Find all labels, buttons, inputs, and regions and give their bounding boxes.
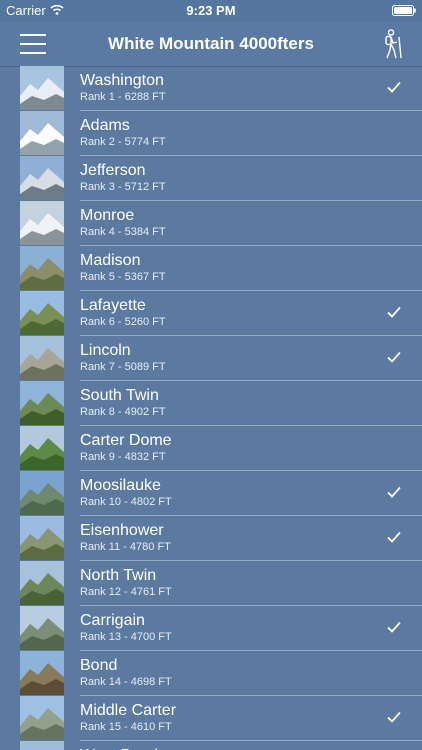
list-item[interactable]: Jefferson Rank 3 - 5712 FT <box>20 156 422 201</box>
peak-rank: Rank 6 - 5260 FT <box>80 316 166 328</box>
status-bar: Carrier 9:23 PM <box>0 0 422 22</box>
checkmark-icon <box>387 306 401 318</box>
peak-thumbnail <box>20 471 64 515</box>
battery-icon <box>392 5 416 16</box>
peak-rank: Rank 2 - 5774 FT <box>80 136 166 148</box>
peak-name: Bond <box>80 657 118 674</box>
status-time: 9:23 PM <box>186 3 236 18</box>
list-item[interactable]: Middle Carter Rank 15 - 4610 FT <box>20 696 422 741</box>
peak-name: North Twin <box>80 567 157 584</box>
hamburger-menu-icon <box>20 34 46 54</box>
peak-thumbnail <box>20 426 64 470</box>
peak-name: Carrigain <box>80 612 145 629</box>
checkmark-icon <box>387 621 401 633</box>
peak-name: Monroe <box>80 207 135 224</box>
peak-rank: Rank 8 - 4902 FT <box>80 406 166 418</box>
list-item[interactable]: Madison Rank 5 - 5367 FT <box>20 246 422 291</box>
peak-thumbnail <box>20 336 64 380</box>
peak-name: Adams <box>80 117 130 134</box>
list-item[interactable]: Lafayette Rank 6 - 5260 FT <box>20 291 422 336</box>
peak-rank: Rank 13 - 4700 FT <box>80 631 172 643</box>
peak-list[interactable]: Washington Rank 1 - 6288 FT Adams Rank 2 - … <box>0 66 422 750</box>
peak-thumbnail <box>20 246 64 290</box>
list-item[interactable]: North Twin Rank 12 - 4761 FT <box>20 561 422 606</box>
page-title: White Mountain 4000fters <box>108 34 314 53</box>
checkmark-icon <box>387 351 401 363</box>
peak-rank: Rank 5 - 5367 FT <box>80 271 166 283</box>
peak-thumbnail <box>20 651 64 695</box>
navigation-bar: White Mountain 4000fters <box>0 22 422 67</box>
list-item[interactable]: Carrigain Rank 13 - 4700 FT <box>20 606 422 651</box>
checkmark-icon <box>387 81 401 93</box>
list-item[interactable]: Carter Dome Rank 9 - 4832 FT <box>20 426 422 471</box>
peak-rank: Rank 7 - 5089 FT <box>80 361 166 373</box>
peak-rank: Rank 4 - 5384 FT <box>80 226 166 238</box>
peak-name: Jefferson <box>80 162 146 179</box>
peak-thumbnail <box>20 516 64 560</box>
checkmark-icon <box>387 711 401 723</box>
peak-rank: Rank 11 - 4780 FT <box>80 541 171 553</box>
peak-thumbnail <box>20 741 64 750</box>
peak-thumbnail <box>20 156 64 200</box>
peak-name: Middle Carter <box>80 702 177 719</box>
peak-name: Madison <box>80 252 141 269</box>
peak-name: Lafayette <box>80 297 146 314</box>
list-item[interactable]: Lincoln Rank 7 - 5089 FT <box>20 336 422 381</box>
peak-name: South Twin <box>80 387 159 404</box>
peak-thumbnail <box>20 201 64 245</box>
peak-thumbnail <box>20 381 64 425</box>
peak-thumbnail <box>20 696 64 740</box>
peak-name: Eisenhower <box>80 522 164 539</box>
peak-thumbnail <box>20 291 64 335</box>
hiker-button[interactable] <box>378 28 408 60</box>
list-item[interactable]: South Twin Rank 8 - 4902 FT <box>20 381 422 426</box>
list-item[interactable]: Adams Rank 2 - 5774 FT <box>20 111 422 156</box>
menu-button[interactable] <box>14 30 52 58</box>
list-item[interactable]: Eisenhower Rank 11 - 4780 FT <box>20 516 422 561</box>
list-item[interactable]: Bond Rank 14 - 4698 FT <box>20 651 422 696</box>
list-item[interactable]: Moosilauke Rank 10 - 4802 FT <box>20 471 422 516</box>
peak-rank: Rank 14 - 4698 FT <box>80 676 172 688</box>
peak-thumbnail <box>20 606 64 650</box>
peak-rank: Rank 15 - 4610 FT <box>80 721 172 733</box>
peak-name: Carter Dome <box>80 432 172 449</box>
peak-name: Washington <box>80 72 164 89</box>
peak-name: Moosilauke <box>80 477 161 494</box>
list-item[interactable]: Monroe Rank 4 - 5384 FT <box>20 201 422 246</box>
peak-thumbnail <box>20 111 64 155</box>
list-item[interactable]: Washington Rank 1 - 6288 FT <box>20 66 422 111</box>
peak-name: Lincoln <box>80 342 131 359</box>
peak-rank: Rank 3 - 5712 FT <box>80 181 166 193</box>
peak-thumbnail <box>20 561 64 605</box>
peak-rank: Rank 12 - 4761 FT <box>80 586 172 598</box>
list-item[interactable]: West BondRank 16 - 4540 FT <box>20 741 422 750</box>
checkmark-icon <box>387 486 401 498</box>
peak-thumbnail <box>20 66 64 110</box>
hiker-icon <box>385 29 402 59</box>
peak-rank: Rank 9 - 4832 FT <box>80 451 166 463</box>
peak-rank: Rank 1 - 6288 FT <box>80 91 166 103</box>
peak-rank: Rank 10 - 4802 FT <box>80 496 172 508</box>
checkmark-icon <box>387 531 401 543</box>
